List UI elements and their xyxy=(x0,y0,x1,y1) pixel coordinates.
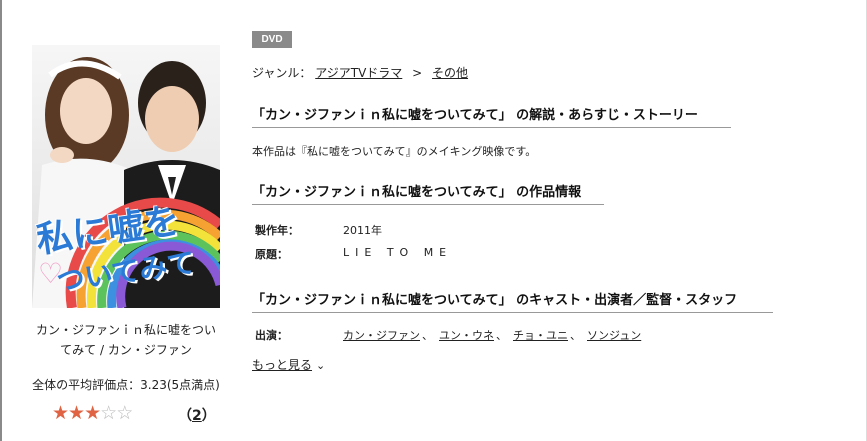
average-rating: 全体の平均評価点：3.23(5点満点) xyxy=(32,378,220,392)
cast-link[interactable]: チョ・ユニ xyxy=(513,329,568,342)
star-icon: ★ xyxy=(52,402,69,424)
review-count-open: （ xyxy=(178,408,192,424)
show-more[interactable]: もっと見る ⌄ xyxy=(252,356,325,373)
breadcrumb-separator: > xyxy=(412,66,423,80)
year-value: 2011年 xyxy=(343,224,382,237)
star-outline-icon: ☆ xyxy=(116,402,133,424)
year-label: 製作年： xyxy=(255,224,299,237)
genre-link-asia-tv-drama[interactable]: アジアTVドラマ xyxy=(315,66,402,80)
cast-list: カン・ジファン、ユン・ウネ、チョ・ユニ、ソンジュン xyxy=(343,327,641,343)
cast-separator: 、 xyxy=(496,329,507,342)
review-count-close: ） xyxy=(201,408,216,424)
star-icon: ★ xyxy=(68,402,85,424)
chevron-down-icon: ⌄ xyxy=(316,359,326,372)
genre-label: ジャンル： xyxy=(252,66,312,80)
product-title-line2: てみて / カン・ジファン xyxy=(60,343,192,357)
story-text: 本作品は『私に嘘をついてみて』のメイキング映像です。 xyxy=(252,145,537,158)
cast-link[interactable]: ユン・ウネ xyxy=(439,329,494,342)
cast-link[interactable]: カン・ジファン xyxy=(343,329,420,342)
review-count: （2） xyxy=(178,405,216,425)
cast-heading: 「カン・ジファンｉｎ私に嘘をついてみて」 のキャスト・出演者／監督・スタッフ xyxy=(252,289,773,313)
story-heading: 「カン・ジファンｉｎ私に嘘をついてみて」 の解説・あらすじ・ストーリー xyxy=(252,104,731,128)
star-icon: ★ xyxy=(84,402,101,424)
review-count-link[interactable]: 2 xyxy=(192,408,202,424)
cover-image[interactable]: 私に嘘を ♡ ついてみて xyxy=(32,45,220,308)
original-title-value: LIE TO ME xyxy=(343,246,453,259)
genre-link-other[interactable]: その他 xyxy=(432,66,468,80)
product-title: カン・ジファンｉｎ私に嘘をつい てみて / カン・ジファン xyxy=(20,320,232,360)
cast-separator: 、 xyxy=(422,329,433,342)
page-frame-left xyxy=(0,0,2,441)
info-heading: 「カン・ジファンｉｎ私に嘘をついてみて」 の作品情報 xyxy=(252,181,604,205)
genre-breadcrumb: ジャンル： アジアTVドラマ > その他 xyxy=(252,64,468,81)
star-outline-icon: ☆ xyxy=(100,402,117,424)
product-title-line1: カン・ジファンｉｎ私に嘘をつい xyxy=(35,323,216,337)
original-title-label: 原題： xyxy=(255,248,288,261)
cast-label: 出演： xyxy=(255,329,288,342)
dvd-badge: DVD xyxy=(252,31,292,48)
cast-link[interactable]: ソンジュン xyxy=(587,329,641,342)
rating-stars: ★★★☆☆ xyxy=(52,402,133,424)
show-more-link[interactable]: もっと見る xyxy=(252,358,312,372)
cast-separator: 、 xyxy=(570,329,581,342)
